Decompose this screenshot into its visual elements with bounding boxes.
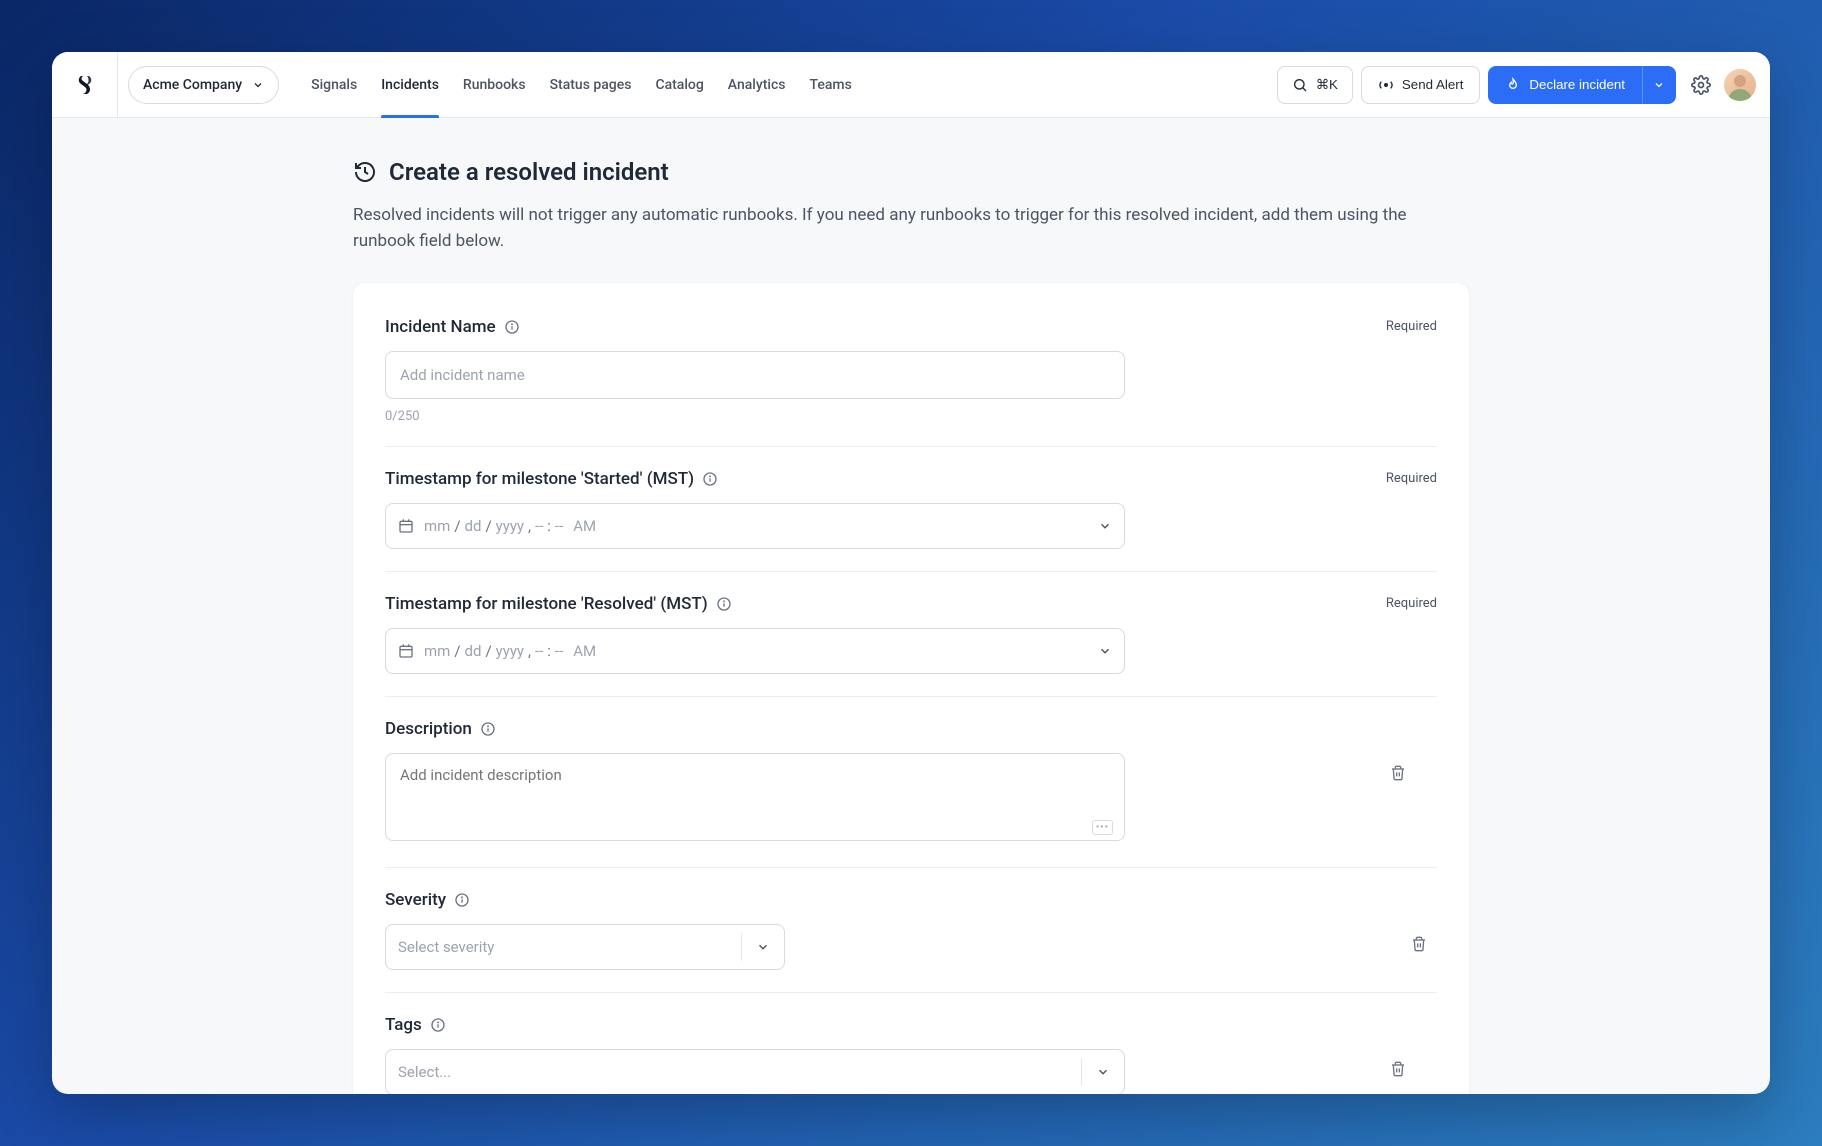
tags-select[interactable]: Select... [385,1049,1125,1094]
broadcast-icon [1378,77,1394,93]
field-severity: Severity Select severity [385,868,1437,993]
calendar-icon [398,643,414,659]
info-icon[interactable] [430,1017,446,1033]
tags-label: Tags [385,1015,422,1035]
nav-catalog[interactable]: Catalog [643,52,715,118]
declare-incident-dropdown[interactable] [1642,66,1676,104]
search-button[interactable]: ⌘K [1277,66,1353,104]
chevron-down-icon [252,79,264,91]
info-icon[interactable] [716,596,732,612]
declare-incident-button[interactable]: Declare incident [1488,66,1642,104]
delete-tags-button[interactable] [1380,1049,1416,1077]
trash-icon [1390,1061,1406,1077]
tags-placeholder: Select... [398,1063,451,1081]
gear-icon [1691,75,1711,95]
calendar-icon [398,518,414,534]
send-alert-label: Send Alert [1402,77,1464,92]
nav-analytics[interactable]: Analytics [716,52,798,118]
page-heading: Create a resolved incident [353,158,1469,186]
delete-description-button[interactable] [1380,753,1416,781]
nav-runbooks[interactable]: Runbooks [451,52,538,118]
description-label: Description [385,719,472,739]
app-window: Acme Company Signals Incidents Runbooks … [52,52,1770,1094]
nav-incidents[interactable]: Incidents [369,52,451,118]
required-label: Required [1386,319,1437,334]
user-avatar[interactable] [1724,69,1756,101]
chevron-down-icon [1096,1065,1110,1079]
trash-icon [1390,765,1406,781]
field-timestamp-started: Timestamp for milestone 'Started' (MST) … [385,447,1437,572]
chevron-down-icon [756,940,770,954]
chevron-down-icon [1653,79,1665,91]
markdown-badge: ••• [1092,820,1113,835]
severity-label: Severity [385,890,446,910]
page-description: Resolved incidents will not trigger any … [353,202,1469,255]
company-switcher[interactable]: Acme Company [128,66,279,104]
chevron-down-icon [1098,519,1112,533]
info-icon[interactable] [702,471,718,487]
nav-signals[interactable]: Signals [299,52,369,118]
datetime-placeholder: mm/ dd/ yyyy, --: -- AM [424,642,596,660]
settings-button[interactable] [1682,66,1720,104]
field-description: Description ••• [385,697,1437,868]
description-textarea[interactable] [385,753,1125,841]
timestamp-started-label: Timestamp for milestone 'Started' (MST) [385,469,694,489]
required-label: Required [1386,471,1437,486]
incident-name-input[interactable] [385,351,1125,399]
timestamp-resolved-input[interactable]: mm/ dd/ yyyy, --: -- AM [385,628,1125,674]
fire-icon [1505,77,1521,93]
info-icon[interactable] [454,892,470,908]
timestamp-resolved-label: Timestamp for milestone 'Resolved' (MST) [385,594,708,614]
send-alert-button[interactable]: Send Alert [1361,66,1481,104]
chevron-down-icon [1098,644,1112,658]
top-nav: Acme Company Signals Incidents Runbooks … [52,52,1770,118]
content-scroll[interactable]: Create a resolved incident Resolved inci… [52,118,1770,1094]
field-timestamp-resolved: Timestamp for milestone 'Resolved' (MST)… [385,572,1437,697]
history-icon [353,160,377,184]
primary-nav: Signals Incidents Runbooks Status pages … [299,52,864,118]
search-icon [1292,77,1308,93]
incident-name-label: Incident Name [385,317,496,337]
severity-select[interactable]: Select severity [385,924,785,970]
company-name: Acme Company [143,77,242,93]
logo-cell [52,52,118,118]
page-title: Create a resolved incident [389,158,669,186]
info-icon[interactable] [504,319,520,335]
trash-icon [1411,936,1427,952]
required-label: Required [1386,596,1437,611]
field-tags: Tags Select... [385,993,1437,1094]
nav-teams[interactable]: Teams [797,52,863,118]
nav-status-pages[interactable]: Status pages [538,52,644,118]
app-logo-icon [73,73,97,97]
info-icon[interactable] [480,721,496,737]
field-incident-name: Incident Name Required 0/250 [385,295,1437,447]
declare-incident-label: Declare incident [1529,77,1625,92]
char-counter: 0/250 [385,409,1125,424]
datetime-placeholder: mm/ dd/ yyyy, --: -- AM [424,517,596,535]
delete-severity-button[interactable] [1401,924,1437,952]
page: Create a resolved incident Resolved inci… [321,158,1501,1094]
severity-placeholder: Select severity [398,938,494,956]
search-shortcut: ⌘K [1316,77,1338,93]
form-card: Incident Name Required 0/250 [353,283,1469,1094]
timestamp-started-input[interactable]: mm/ dd/ yyyy, --: -- AM [385,503,1125,549]
